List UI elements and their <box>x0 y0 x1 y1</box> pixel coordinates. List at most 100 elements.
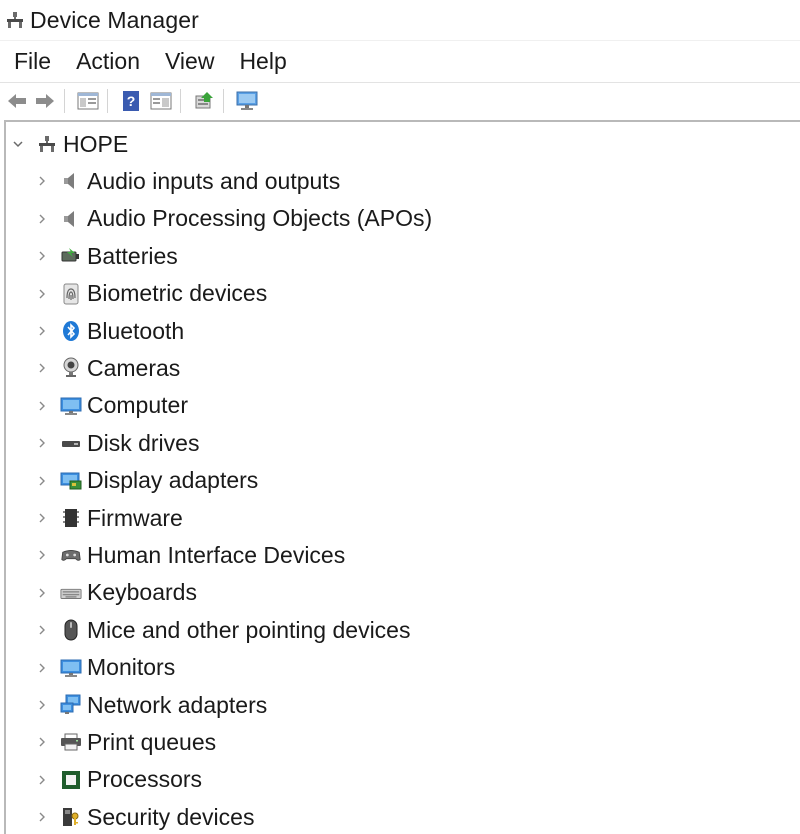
forward-button[interactable] <box>32 88 58 114</box>
tree-category-label: Monitors <box>87 654 176 681</box>
chevron-right-icon[interactable] <box>34 286 50 302</box>
monitor-scan-icon <box>236 91 258 110</box>
device-tree[interactable]: HOPE Audio inputs and outputs Audio Proce… <box>4 120 800 834</box>
toolbar-separator <box>223 88 224 113</box>
tree-category-node[interactable]: Bluetooth <box>34 313 184 349</box>
tree-category-node[interactable]: Audio inputs and outputs <box>34 163 340 199</box>
tree-category-node[interactable]: Security devices <box>34 799 254 834</box>
chevron-right-icon[interactable] <box>34 697 50 713</box>
keyboard-icon <box>60 582 82 604</box>
tree-category-label: Biometric devices <box>87 280 268 307</box>
tree-category-label: Bluetooth <box>87 317 185 344</box>
show-action-pane-button[interactable] <box>148 88 174 114</box>
bluetooth-icon <box>60 320 82 342</box>
tree-category-label: Display adapters <box>87 467 259 494</box>
tree-category-label: Audio Processing Objects (APOs) <box>87 205 433 232</box>
webcam-icon <box>60 357 82 379</box>
tree-category-label: Batteries <box>87 242 178 269</box>
tree-category-node[interactable]: Disk drives <box>34 425 199 461</box>
device-manager-icon <box>4 9 26 31</box>
firmware-chip-icon <box>60 507 82 529</box>
tree-category-label: Print queues <box>87 728 217 755</box>
battery-icon <box>60 245 82 267</box>
security-device-icon <box>60 806 82 828</box>
tree-category-node[interactable]: Mice and other pointing devices <box>34 612 410 648</box>
tree-category-node[interactable]: Audio Processing Objects (APOs) <box>34 201 432 237</box>
chevron-right-icon[interactable] <box>34 809 50 825</box>
chevron-right-icon[interactable] <box>34 772 50 788</box>
chevron-right-icon[interactable] <box>34 173 50 189</box>
tree-category-node[interactable]: Network adapters <box>34 687 267 723</box>
computer-icon <box>60 395 82 417</box>
help-icon: ? <box>123 90 139 111</box>
tree-root-node[interactable]: HOPE <box>10 126 128 162</box>
tree-category-node[interactable]: Processors <box>34 762 202 798</box>
toolbar: ? <box>0 82 800 118</box>
menu-action[interactable]: Action <box>62 48 151 75</box>
forward-arrow-icon <box>36 93 54 108</box>
console-tree-icon <box>77 92 99 109</box>
tree-category-label: Computer <box>87 392 188 419</box>
fingerprint-icon <box>60 283 82 305</box>
svg-text:?: ? <box>127 93 136 109</box>
chevron-right-icon[interactable] <box>34 473 50 489</box>
chevron-right-icon[interactable] <box>34 585 50 601</box>
chevron-right-icon[interactable] <box>34 547 50 563</box>
processor-icon <box>60 769 82 791</box>
tree-category-node[interactable]: Batteries <box>34 238 178 274</box>
update-driver-button[interactable] <box>191 88 217 114</box>
toolbar-separator <box>107 88 108 113</box>
tree-category-node[interactable]: Keyboards <box>34 575 197 611</box>
back-button[interactable] <box>4 88 30 114</box>
chevron-right-icon[interactable] <box>34 248 50 264</box>
tree-category-node[interactable]: Biometric devices <box>34 276 267 312</box>
chevron-right-icon[interactable] <box>34 360 50 376</box>
toolbar-separator <box>180 88 181 113</box>
monitor-icon <box>60 657 82 679</box>
menu-file[interactable]: File <box>0 48 62 75</box>
menu-view[interactable]: View <box>151 48 225 75</box>
tree-category-label: Mice and other pointing devices <box>87 616 411 643</box>
toolbar-separator <box>64 88 65 113</box>
tree-category-label: Human Interface Devices <box>87 541 346 568</box>
tree-category-label: Security devices <box>87 803 255 830</box>
tree-category-label: Keyboards <box>87 579 197 606</box>
menu-help[interactable]: Help <box>225 48 297 75</box>
action-pane-icon <box>150 92 172 109</box>
back-arrow-icon <box>8 93 26 108</box>
tree-category-label: Audio inputs and outputs <box>87 167 341 194</box>
mouse-icon <box>60 619 82 641</box>
tree-category-node[interactable]: Human Interface Devices <box>34 537 345 573</box>
chevron-down-icon[interactable] <box>10 136 26 152</box>
title-bar: Device Manager <box>0 0 800 40</box>
update-driver-icon <box>195 91 213 108</box>
show-hide-console-tree-button[interactable] <box>75 88 101 114</box>
chevron-right-icon[interactable] <box>34 510 50 526</box>
tree-category-node[interactable]: Display adapters <box>34 463 258 499</box>
tree-category-label: Processors <box>87 766 203 793</box>
chevron-right-icon[interactable] <box>34 398 50 414</box>
scan-hardware-button[interactable] <box>234 88 260 114</box>
help-button[interactable]: ? <box>118 88 144 114</box>
menu-bar: File Action View Help <box>0 40 800 82</box>
chevron-right-icon[interactable] <box>34 323 50 339</box>
chevron-right-icon[interactable] <box>34 734 50 750</box>
chevron-right-icon[interactable] <box>34 211 50 227</box>
tree-category-node[interactable]: Print queues <box>34 724 216 760</box>
tree-category-node[interactable]: Computer <box>34 388 188 424</box>
tree-category-node[interactable]: Monitors <box>34 650 175 686</box>
tree-category-node[interactable]: Firmware <box>34 500 183 536</box>
network-adapter-icon <box>60 694 82 716</box>
computer-tower-icon <box>36 133 58 155</box>
hid-icon <box>60 544 82 566</box>
chevron-right-icon[interactable] <box>34 660 50 676</box>
printer-icon <box>60 731 82 753</box>
tree-category-node[interactable]: Cameras <box>34 350 180 386</box>
speaker-icon <box>60 170 82 192</box>
chevron-right-icon[interactable] <box>34 622 50 638</box>
tree-category-label: Network adapters <box>87 691 268 718</box>
disk-drive-icon <box>60 432 82 454</box>
chevron-right-icon[interactable] <box>34 435 50 451</box>
speaker-icon <box>60 208 82 230</box>
tree-category-label: Disk drives <box>87 429 200 456</box>
